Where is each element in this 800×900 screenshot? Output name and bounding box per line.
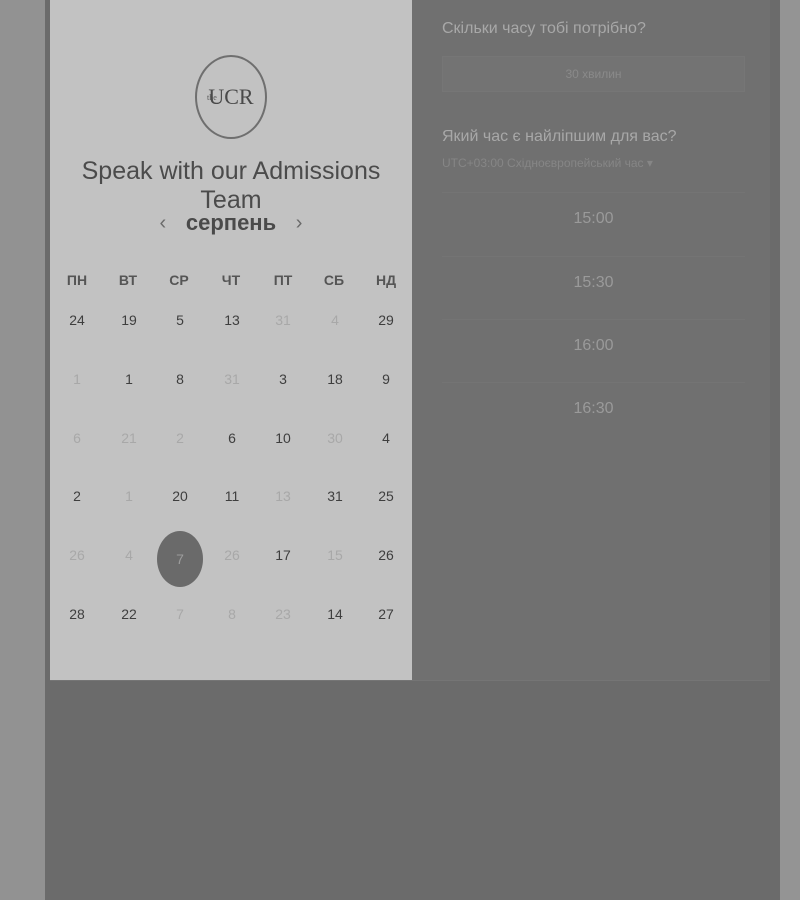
time-slot-label: 16:30 xyxy=(573,399,614,417)
weekday-header: ПН ВТ СР ЧТ ПТ СБ НД xyxy=(52,272,412,292)
calendar-day[interactable]: 20 xyxy=(160,476,200,516)
calendar-day[interactable]: 1 xyxy=(109,359,149,399)
chevron-left-icon[interactable]: ‹ xyxy=(156,212,170,235)
logo-text: UCR xyxy=(208,84,254,109)
calendar-day[interactable]: 29 xyxy=(366,300,406,340)
calendar-day[interactable]: 13 xyxy=(212,300,252,340)
page-title: Speak with our Admissions Team xyxy=(81,157,381,214)
calendar-day[interactable]: 27 xyxy=(366,594,406,634)
weekday-label: СР xyxy=(169,272,189,288)
calendar-day[interactable]: 5 xyxy=(160,300,200,340)
time-slot-label: 15:30 xyxy=(573,273,614,291)
duration-question: Скільки часу тобі потрібно? xyxy=(442,20,646,37)
calendar-day: 26 xyxy=(69,547,85,563)
calendar-day[interactable]: 22 xyxy=(109,594,149,634)
duration-value: 30 хвилин xyxy=(565,67,622,81)
calendar-day: 1 xyxy=(125,488,133,504)
calendar-day: 15 xyxy=(327,547,343,563)
time-slot-label: 15:00 xyxy=(573,209,614,227)
calendar-day: 13 xyxy=(275,488,291,504)
calendar-day: 2 xyxy=(176,430,184,446)
calendar-day: 30 xyxy=(327,430,343,446)
calendar-day: 4 xyxy=(331,312,339,328)
weekday-label: ПТ xyxy=(273,272,293,288)
weekday-label: ВТ xyxy=(118,272,138,288)
time-slot-button[interactable]: 16:00 xyxy=(442,319,745,371)
weekday-label: ПН xyxy=(66,272,88,288)
ucr-logo: the UCR xyxy=(195,55,267,139)
calendar-day[interactable]: 4 xyxy=(366,418,406,458)
calendar-day-selected[interactable]: 7 xyxy=(157,531,203,587)
calendar-day[interactable]: 26 xyxy=(366,535,406,575)
month-navigation: ‹ серпень › xyxy=(50,208,412,238)
calendar-day[interactable]: 24 xyxy=(57,300,97,340)
calendar-day[interactable]: 25 xyxy=(366,476,406,516)
time-question: Який час є найліпшим для вас? xyxy=(442,128,677,145)
calendar-day: 23 xyxy=(275,606,291,622)
calendar-day[interactable]: 11 xyxy=(212,476,252,516)
calendar-day[interactable]: 8 xyxy=(160,359,200,399)
calendar-day[interactable]: 19 xyxy=(109,300,149,340)
calendar-day[interactable]: 6 xyxy=(212,418,252,458)
calendar-days-grid: 24 19 5 13 31 4 29 1 1 8 31 3 18 9 6 21 2 6 10 30 4 2 1 20 11 13 3… xyxy=(52,300,412,640)
calendar-day: 26 xyxy=(224,547,240,563)
weekday-label: СБ xyxy=(323,272,345,288)
calendar-day: 8 xyxy=(228,606,236,622)
month-label: серпень xyxy=(185,210,277,235)
calendar-day[interactable]: 2 xyxy=(57,476,97,516)
calendar-day: 6 xyxy=(73,430,81,446)
divider xyxy=(50,680,770,681)
calendar-day[interactable]: 17 xyxy=(263,535,303,575)
timezone-select[interactable]: UTC+03:00 Східноєвропейський час ▾ xyxy=(442,156,653,170)
weekday-label: НД xyxy=(375,272,397,288)
time-slot-button[interactable]: 15:30 xyxy=(442,256,745,308)
calendar-day: 31 xyxy=(275,312,291,328)
scrollbar-track[interactable] xyxy=(780,0,800,900)
calendar-day[interactable]: 9 xyxy=(366,359,406,399)
calendar-day[interactable]: 14 xyxy=(315,594,355,634)
calendar-day: 4 xyxy=(125,547,133,563)
time-slot-button[interactable]: 16:30 xyxy=(442,382,745,434)
calendar-day: 21 xyxy=(121,430,137,446)
calendar-day[interactable]: 28 xyxy=(57,594,97,634)
calendar-day: 7 xyxy=(176,606,184,622)
time-slot-button[interactable]: 15:00 xyxy=(442,192,745,244)
chevron-right-icon[interactable]: › xyxy=(292,212,306,235)
calendar-day[interactable]: 10 xyxy=(263,418,303,458)
calendar-day: 1 xyxy=(73,371,81,387)
duration-select[interactable]: 30 хвилин xyxy=(442,56,745,92)
weekday-label: ЧТ xyxy=(221,272,241,288)
calendar-day[interactable]: 3 xyxy=(263,359,303,399)
calendar-day[interactable]: 31 xyxy=(315,476,355,516)
time-slot-label: 16:00 xyxy=(573,336,614,354)
calendar-day[interactable]: 18 xyxy=(315,359,355,399)
calendar-day: 31 xyxy=(224,371,240,387)
